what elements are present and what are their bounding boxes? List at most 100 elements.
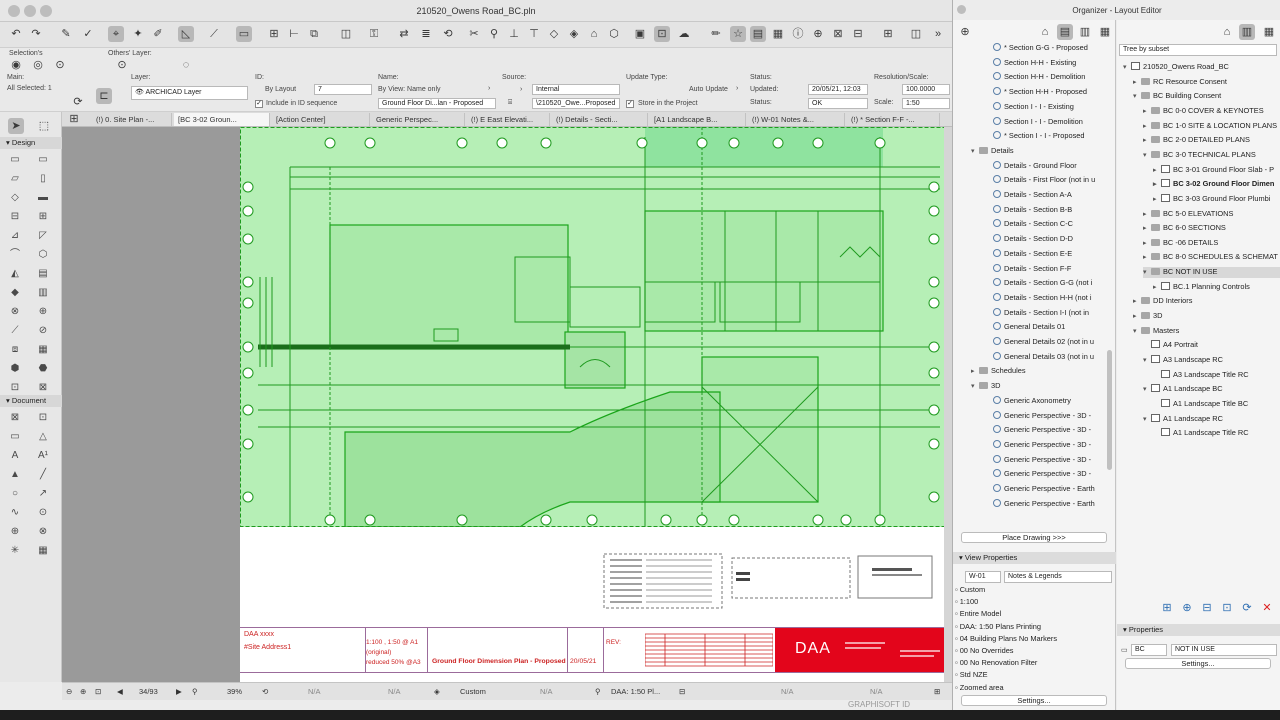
- chevron-right-icon[interactable]: ▸: [1143, 224, 1151, 234]
- view-properties-header[interactable]: ▾ View Properties: [953, 552, 1116, 564]
- fit-in-window-icon[interactable]: ⊡: [95, 686, 101, 698]
- resolution-field[interactable]: 100.0000: [902, 84, 950, 95]
- chevron-down-icon[interactable]: ▾: [971, 382, 979, 392]
- grid-snap-icon[interactable]: ⊞: [266, 26, 282, 42]
- view-property-row[interactable]: ▫ 00 No Renovation Filter: [955, 657, 1037, 669]
- page-indicator[interactable]: 34/93: [139, 686, 158, 698]
- lock-icon[interactable]: ⚿: [366, 26, 382, 42]
- partial-structure-icon[interactable]: ⊟: [679, 686, 685, 698]
- project-map-icon[interactable]: ⌂: [1037, 24, 1053, 40]
- delete-icon[interactable]: ✕: [1259, 600, 1275, 616]
- layout-item[interactable]: ▸ BC 3-03 Ground Floor Plumbi: [1153, 193, 1270, 205]
- roof-tool-icon[interactable]: ⊿: [8, 230, 22, 242]
- chevron-down-icon[interactable]: ▾: [1133, 327, 1141, 337]
- view-property-row[interactable]: ▫ Std NZE: [955, 669, 988, 681]
- tab-item[interactable]: [Action Center]: [272, 113, 370, 126]
- layout-book-icon[interactable]: ⊠: [830, 26, 846, 42]
- slab-tool-icon[interactable]: ▬: [36, 192, 50, 204]
- place-drawing-button[interactable]: Place Drawing >>>: [961, 532, 1107, 543]
- view-item[interactable]: Generic Perspective - 3D -: [993, 469, 1091, 479]
- view-map-icon[interactable]: ⊕: [957, 24, 973, 40]
- view-id-field[interactable]: W-01: [965, 571, 1001, 583]
- selection-filter-icon[interactable]: ⊙: [52, 57, 68, 73]
- layer-select[interactable]: 👁 ARCHICAD Layer: [131, 86, 248, 100]
- view-property-row[interactable]: ▫ Entire Model: [955, 608, 1001, 620]
- layout-folder-item[interactable]: ▸ BC 8-0 SCHEDULES & SCHEMAT: [1143, 252, 1278, 263]
- layout-folder-item[interactable]: ▾ Masters: [1133, 326, 1179, 337]
- view-item[interactable]: Details - Section B-B: [993, 204, 1072, 215]
- view-property-row[interactable]: ▫ 1:100: [955, 596, 978, 608]
- chevron-down-icon[interactable]: ▾: [1143, 415, 1151, 425]
- layout-folder-item[interactable]: ▸ BC 1-0 SITE & LOCATION PLANS: [1143, 121, 1277, 132]
- model-view-custom[interactable]: Custom: [460, 686, 486, 698]
- include-id-checkbox[interactable]: ✓: [255, 100, 263, 108]
- tree-mode-select[interactable]: Tree by subset: [1119, 44, 1277, 56]
- view-item[interactable]: Details - Ground Floor: [993, 160, 1077, 171]
- 3d-cutaway-icon[interactable]: ◇: [546, 26, 562, 42]
- id-mode[interactable]: By Layout: [265, 86, 296, 93]
- cursor-snap-icon[interactable]: ⌖: [108, 26, 124, 42]
- vertical-scrollbar[interactable]: [944, 127, 952, 682]
- properties-header[interactable]: ▾ Properties: [1117, 624, 1280, 636]
- source-link-icon[interactable]: ›: [520, 86, 522, 93]
- publisher-tab-icon[interactable]: ▦: [1261, 24, 1277, 40]
- pen-set-icon[interactable]: ⚲: [595, 686, 601, 698]
- layout-folder-item[interactable]: ▸ BC 0-0 COVER & KEYNOTES: [1143, 106, 1264, 117]
- chevron-down-icon[interactable]: ▾: [1123, 63, 1131, 73]
- window-tool-icon[interactable]: ◇: [8, 192, 22, 204]
- wall-end-tool-icon[interactable]: ⊘: [36, 325, 50, 337]
- rotate-icon[interactable]: ⟳: [70, 94, 86, 110]
- view-item[interactable]: Generic Perspective - Earth: [993, 498, 1095, 509]
- scale-field[interactable]: 1:50: [902, 98, 950, 109]
- chevron-down-icon[interactable]: ▾: [1143, 268, 1151, 278]
- layout-folder-item[interactable]: ▸ BC 2-0 DETAILED PLANS: [1143, 135, 1250, 146]
- name-mode[interactable]: By View: Name only: [378, 86, 441, 93]
- tab-item[interactable]: [BC 3-02 Groun...: [174, 113, 270, 126]
- object-tool-icon[interactable]: ▤: [36, 268, 50, 280]
- pen-icon[interactable]: ✏: [708, 26, 724, 42]
- publisher-sets-icon[interactable]: ⊟: [850, 26, 866, 42]
- measure-icon[interactable]: ✂: [466, 26, 482, 42]
- layout-item[interactable]: A1 Landscape Title BC: [1153, 398, 1248, 409]
- view-item[interactable]: General Details 03 (not in u: [993, 351, 1094, 362]
- display-options-icon[interactable]: ⊞: [934, 686, 940, 698]
- view-item[interactable]: Details - Section A-A: [993, 190, 1072, 200]
- snap-guides-icon[interactable]: ⟋: [206, 26, 222, 42]
- publisher-tab-icon[interactable]: ▦: [1097, 24, 1113, 40]
- new-master-icon[interactable]: ⊡: [1219, 600, 1235, 616]
- layout-folder-item[interactable]: ▾ BC 3-0 TECHNICAL PLANS: [1143, 150, 1256, 161]
- info-box-icon[interactable]: ⓘ: [790, 26, 806, 42]
- layout-item[interactable]: ▾ 210520_Owens Road_BC: [1123, 62, 1229, 73]
- chevron-right-icon[interactable]: ▸: [1133, 78, 1141, 88]
- view-item[interactable]: Generic Perspective - 3D -: [993, 410, 1091, 421]
- stair-tool-icon[interactable]: ⊟: [8, 211, 22, 223]
- properties-id-field[interactable]: BC: [1131, 644, 1167, 656]
- plotter-icon[interactable]: ▣: [632, 26, 648, 42]
- layout-folder-item[interactable]: ▸ BC -06 DETAILS: [1143, 238, 1218, 249]
- chevron-right-icon[interactable]: ▸: [1143, 210, 1151, 220]
- layout-folder-item[interactable]: ▾ BC NOT IN USE: [1143, 267, 1280, 279]
- view-property-row[interactable]: ▫ Custom: [955, 584, 985, 596]
- chevron-right-icon[interactable]: ▸: [1153, 195, 1161, 205]
- zoom-in-icon[interactable]: ⊕: [80, 686, 86, 698]
- layout-item[interactable]: A3 Landscape Title RC: [1153, 369, 1249, 380]
- section-tool-icon[interactable]: ⊠: [36, 382, 50, 394]
- chevron-right-icon[interactable]: ▸: [1143, 253, 1151, 263]
- tab-item[interactable]: (!) 0. Site Plan -...: [92, 113, 172, 126]
- view-item[interactable]: Details - Section C-C: [993, 219, 1073, 229]
- circle-tool-icon[interactable]: ○: [8, 488, 22, 500]
- renovation-icon[interactable]: ⟲: [440, 26, 456, 42]
- lamp-tool-icon[interactable]: ◆: [8, 287, 22, 299]
- zoom-level[interactable]: 39%: [227, 686, 242, 698]
- drawing-ground-floor-plan[interactable]: [240, 127, 952, 527]
- auto-update-chevron-icon[interactable]: ›: [736, 85, 738, 92]
- drawing-frame-icon[interactable]: ⊏: [96, 88, 112, 104]
- graphisoft-id[interactable]: GRAPHISOFT ID: [848, 700, 948, 710]
- marquee-3d-icon[interactable]: ◈: [566, 26, 582, 42]
- layout-canvas[interactable]: DAA xxxx #Site Address1 1:100 , 1:50 @ A…: [62, 127, 952, 682]
- layout-item[interactable]: ▸ BC 3-01 Ground Floor Slab - P: [1153, 164, 1274, 176]
- drawing-tool-icon[interactable]: ⊗: [36, 526, 50, 538]
- opening-tool-icon[interactable]: ⊕: [36, 306, 50, 318]
- publisher-icon[interactable]: ⊡: [654, 26, 670, 42]
- wall-tool-icon[interactable]: ▭: [8, 154, 22, 166]
